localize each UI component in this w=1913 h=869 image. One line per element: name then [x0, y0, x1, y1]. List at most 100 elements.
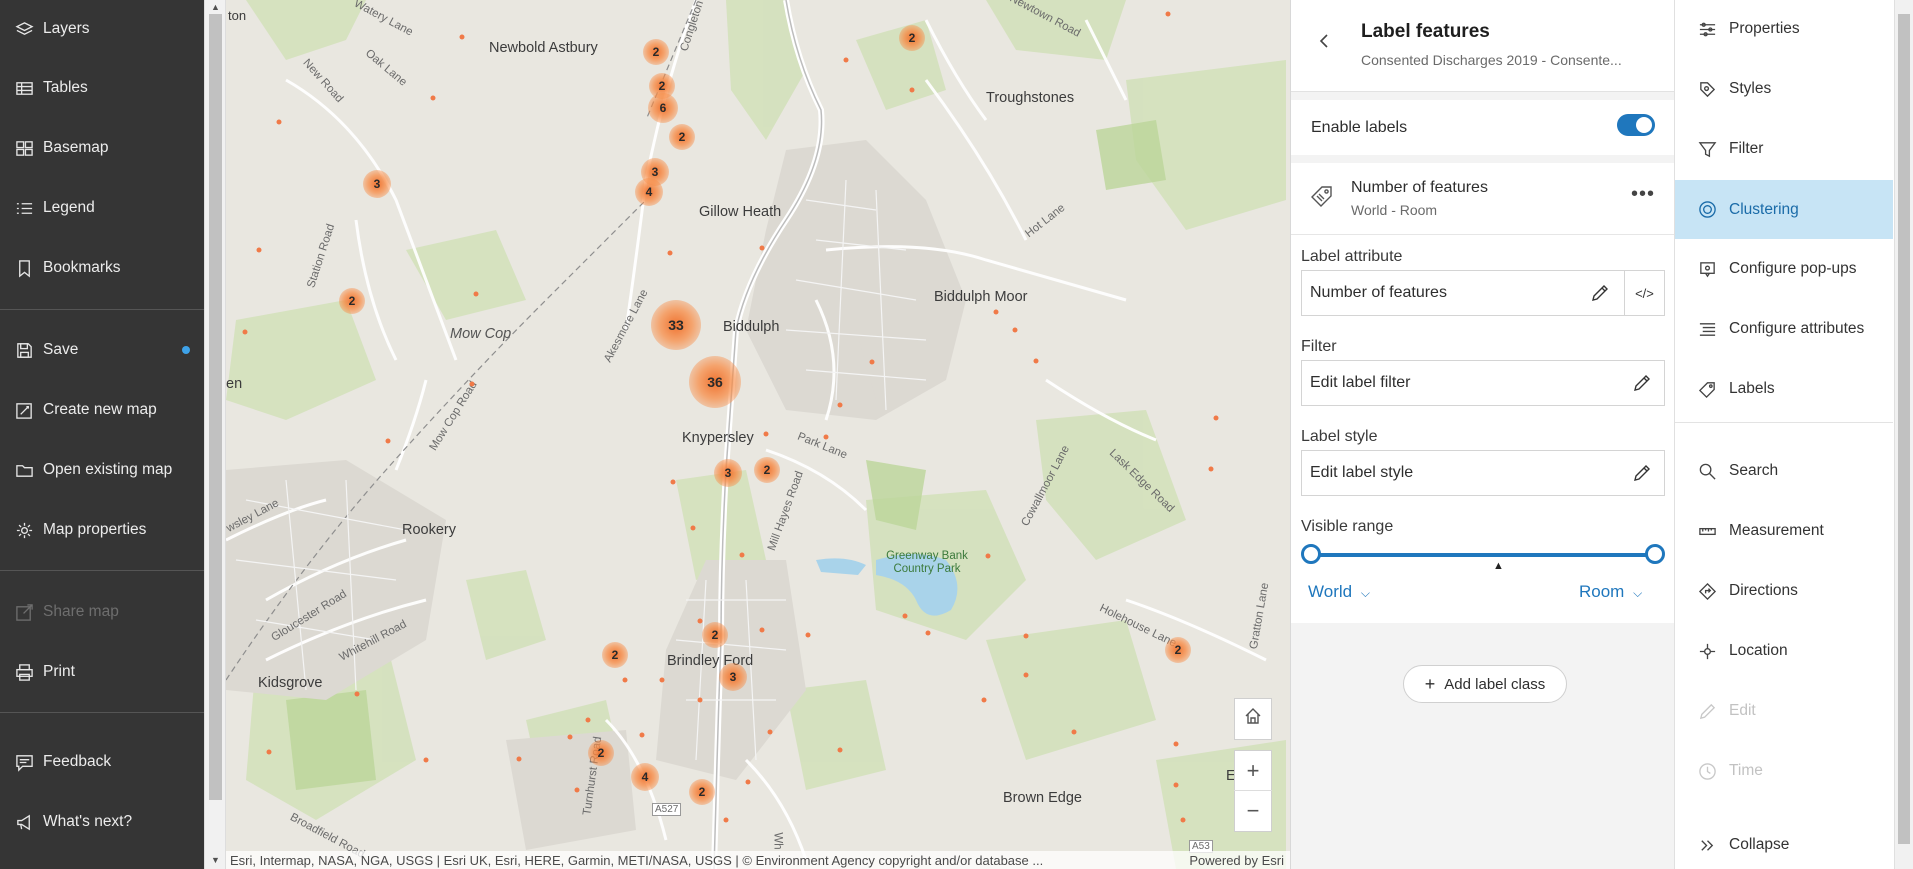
feature-point[interactable] — [837, 402, 843, 408]
tool-location[interactable]: Location — [1675, 622, 1893, 680]
cluster-marker[interactable]: 2 — [669, 124, 695, 150]
feature-point[interactable] — [659, 677, 665, 683]
feature-point[interactable] — [805, 632, 811, 638]
pencil-icon[interactable] — [1632, 463, 1652, 488]
feature-point[interactable] — [266, 749, 272, 755]
feature-point[interactable] — [993, 309, 999, 315]
cluster-marker-large[interactable]: 33 — [651, 300, 701, 350]
cluster-marker[interactable]: 6 — [648, 93, 678, 123]
feature-point[interactable] — [909, 87, 915, 93]
feature-point[interactable] — [354, 691, 360, 697]
cluster-marker[interactable]: 2 — [1165, 637, 1191, 663]
feature-point[interactable] — [723, 817, 729, 823]
feature-point[interactable] — [459, 34, 465, 40]
range-min-handle[interactable] — [1301, 544, 1321, 564]
nav-save[interactable]: Save — [0, 328, 204, 372]
more-options-button[interactable]: ••• — [1631, 183, 1655, 206]
feature-point[interactable] — [670, 479, 676, 485]
tool-collapse[interactable]: Collapse — [1675, 822, 1893, 868]
cluster-marker[interactable]: 4 — [635, 178, 663, 206]
feature-point[interactable] — [763, 431, 769, 437]
feature-point[interactable] — [516, 756, 522, 762]
cluster-marker[interactable]: 2 — [643, 39, 669, 65]
cluster-marker[interactable]: 2 — [588, 740, 614, 766]
cluster-marker[interactable]: 2 — [702, 622, 728, 648]
scroll-up-arrow[interactable]: ▲ — [211, 2, 220, 12]
range-max-handle[interactable] — [1645, 544, 1665, 564]
feature-point[interactable] — [823, 434, 829, 440]
feature-point[interactable] — [622, 677, 628, 683]
nav-layers[interactable]: Layers — [0, 7, 204, 51]
feature-point[interactable] — [1023, 672, 1029, 678]
label-class-header[interactable]: Number of features World - Room ••• — [1291, 163, 1675, 235]
tool-styles[interactable]: Styles — [1675, 60, 1893, 118]
cluster-marker[interactable]: 2 — [754, 457, 780, 483]
tool-measurement[interactable]: Measurement — [1675, 502, 1893, 560]
cluster-marker[interactable]: 2 — [689, 779, 715, 805]
feature-point[interactable] — [697, 697, 703, 703]
tool-directions[interactable]: Directions — [1675, 562, 1893, 620]
feature-point[interactable] — [1173, 741, 1179, 747]
add-label-class-button[interactable]: + Add label class — [1403, 665, 1567, 703]
feature-point[interactable] — [423, 757, 429, 763]
feature-point[interactable] — [759, 245, 765, 251]
feature-point[interactable] — [745, 779, 751, 785]
cluster-marker[interactable]: 3 — [363, 170, 391, 198]
map-canvas[interactable]: Newbold Astbury Troughstones Gillow Heat… — [226, 0, 1290, 869]
tool-clustering[interactable]: Clustering — [1675, 180, 1893, 239]
feature-point[interactable] — [869, 359, 875, 365]
visible-range-slider[interactable] — [1311, 553, 1655, 557]
range-max-select[interactable]: Room ⌵ — [1579, 582, 1642, 602]
tool-filter[interactable]: Filter — [1675, 120, 1893, 178]
enable-labels-toggle[interactable] — [1617, 114, 1655, 136]
tool-search[interactable]: Search — [1675, 442, 1893, 500]
cluster-marker[interactable]: 2 — [899, 25, 925, 51]
feature-point[interactable] — [1033, 358, 1039, 364]
nav-print[interactable]: Print — [0, 650, 204, 694]
feature-point[interactable] — [1023, 633, 1029, 639]
tool-labels[interactable]: Labels — [1675, 360, 1893, 418]
feature-point[interactable] — [574, 787, 580, 793]
range-min-select[interactable]: World ⌵ — [1308, 582, 1370, 602]
feature-point[interactable] — [567, 734, 573, 740]
nav-tables[interactable]: Tables — [0, 66, 204, 110]
edit-label-filter-field[interactable]: Edit label filter — [1301, 360, 1665, 406]
feature-point[interactable] — [469, 381, 475, 387]
nav-feedback[interactable]: Feedback — [0, 740, 204, 784]
feature-point[interactable] — [985, 553, 991, 559]
nav-basemap[interactable]: Basemap — [0, 126, 204, 170]
feature-point[interactable] — [902, 613, 908, 619]
feature-point[interactable] — [242, 329, 248, 335]
sidebar-scrollbar[interactable]: ▲ ▼ — [204, 0, 226, 869]
nav-create-new-map[interactable]: Create new map — [0, 388, 204, 432]
nav-open-existing-map[interactable]: Open existing map — [0, 448, 204, 492]
feature-point[interactable] — [1208, 466, 1214, 472]
feature-point[interactable] — [759, 627, 765, 633]
powered-by-esri[interactable]: Powered by Esri — [1189, 853, 1284, 868]
label-attribute-field[interactable]: Number of features </> — [1301, 270, 1665, 316]
scrollbar-thumb[interactable] — [1898, 14, 1910, 844]
cluster-marker[interactable]: 4 — [631, 763, 659, 791]
feature-point[interactable] — [1012, 327, 1018, 333]
nav-whats-next[interactable]: What's next? — [0, 800, 204, 844]
home-button[interactable] — [1234, 699, 1272, 739]
cluster-marker[interactable]: 3 — [719, 663, 747, 691]
page-scrollbar[interactable] — [1894, 0, 1913, 869]
attribution-text[interactable]: Esri, Intermap, NASA, NGA, USGS | Esri U… — [230, 853, 1043, 868]
feature-point[interactable] — [1071, 729, 1077, 735]
feature-point[interactable] — [639, 732, 645, 738]
feature-point[interactable] — [1165, 11, 1171, 17]
feature-point[interactable] — [925, 630, 931, 636]
cluster-marker[interactable]: 2 — [602, 642, 628, 668]
expression-button[interactable]: </> — [1624, 271, 1664, 315]
feature-point[interactable] — [385, 438, 391, 444]
tool-configure-attributes[interactable]: Configure attributes — [1675, 300, 1893, 358]
feature-point[interactable] — [585, 717, 591, 723]
cluster-marker[interactable]: 2 — [339, 288, 365, 314]
feature-point[interactable] — [667, 250, 673, 256]
nav-legend[interactable]: Legend — [0, 186, 204, 230]
scrollbar-thumb[interactable] — [209, 14, 222, 800]
pencil-icon[interactable] — [1632, 373, 1652, 398]
feature-point[interactable] — [473, 291, 479, 297]
nav-bookmarks[interactable]: Bookmarks — [0, 246, 204, 290]
